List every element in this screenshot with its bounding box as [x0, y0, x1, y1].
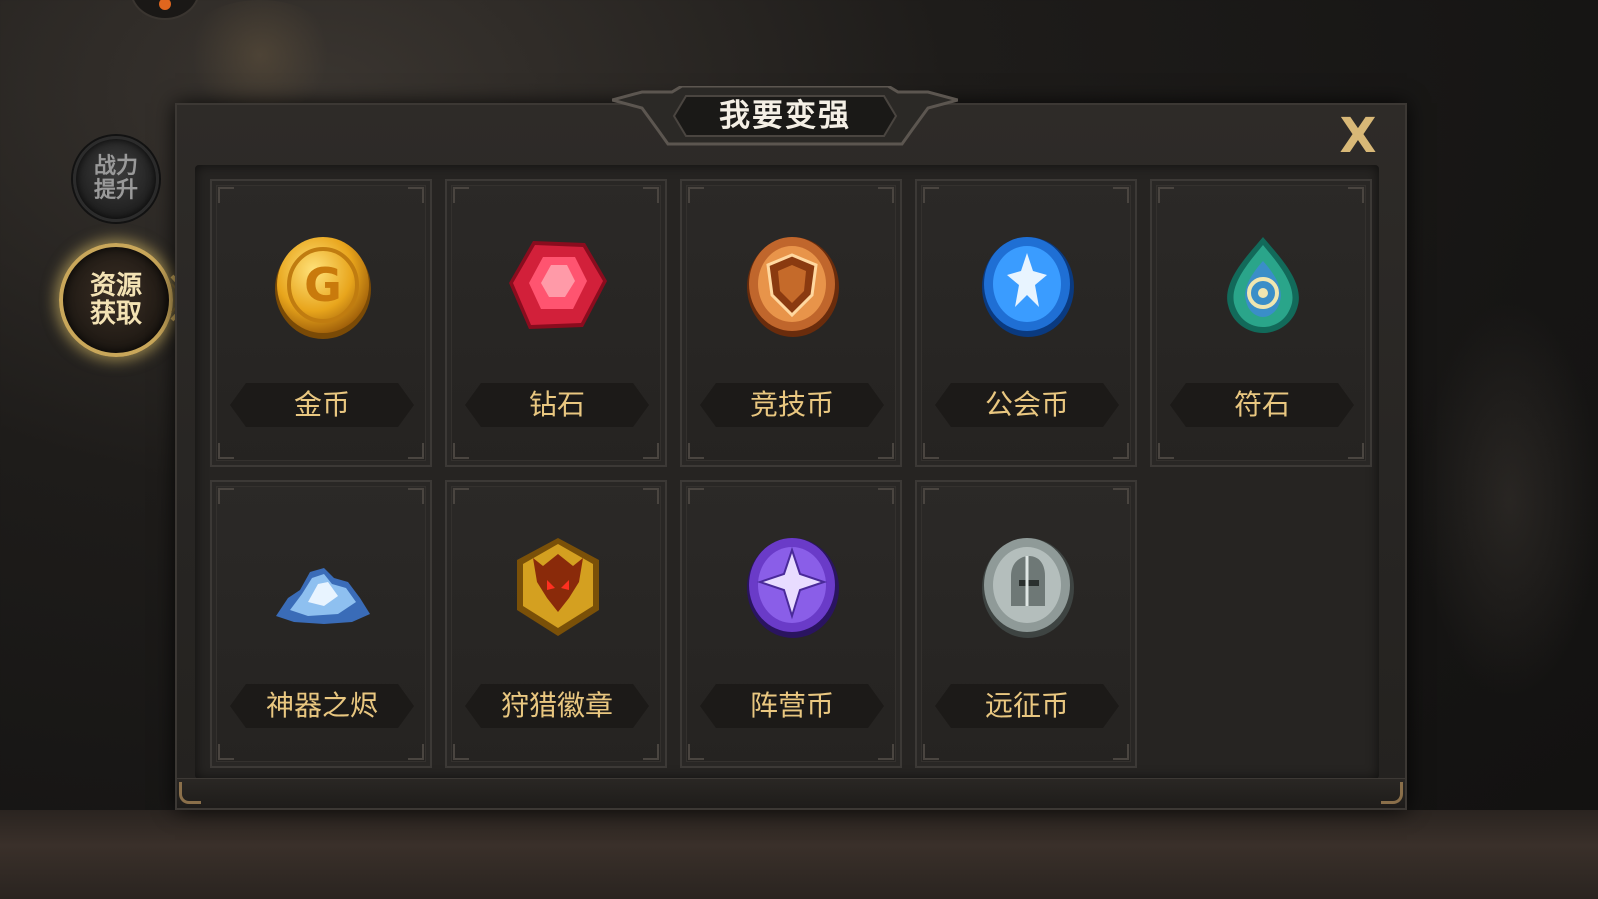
card-corner-ornament: [408, 744, 424, 760]
resource-label: 公会币: [984, 388, 1069, 421]
resource-label: 钻石: [528, 388, 585, 421]
card-corner-ornament: [218, 488, 234, 504]
resource-label: 远征币: [984, 689, 1069, 722]
corner-ornament: [179, 782, 201, 804]
page-title: 我要变强: [719, 98, 851, 134]
card-corner-ornament: [453, 187, 469, 203]
card-corner-ornament: [923, 488, 939, 504]
tab-power-up-label: 战力 提升: [93, 154, 138, 203]
resource-label: 符石: [1233, 388, 1290, 421]
card-corner-ornament: [453, 443, 469, 459]
corner-ornament: [1381, 782, 1403, 804]
faction-coin-icon: [747, 538, 839, 638]
gold-coin-icon: G: [275, 237, 371, 339]
card-corner-ornament: [923, 443, 939, 459]
card-corner-ornament: [408, 187, 424, 203]
svg-text:G: G: [304, 258, 342, 312]
resource-card-arena-coin[interactable]: 竞技币: [680, 179, 902, 467]
hunting-badge-icon: [517, 538, 599, 636]
card-corner-ornament: [218, 443, 234, 459]
notification-dot: [159, 0, 171, 10]
resource-card-rune-stone[interactable]: 符石: [1150, 179, 1372, 467]
card-corner-ornament: [643, 443, 659, 459]
resource-card-faction-coin[interactable]: 阵营币: [680, 480, 902, 768]
card-corner-ornament: [218, 187, 234, 203]
card-corner-ornament: [688, 443, 704, 459]
panel-bottom-frame: [177, 778, 1405, 808]
resource-card-expedition-coin[interactable]: 远征币: [915, 480, 1137, 768]
card-corner-ornament: [408, 488, 424, 504]
card-corner-ornament: [878, 744, 894, 760]
resource-card-guild-coin[interactable]: 公会币: [915, 179, 1137, 467]
guild-coin-icon: [982, 237, 1074, 337]
card-corner-ornament: [453, 488, 469, 504]
background-shadow: [1420, 300, 1598, 700]
card-corner-ornament: [688, 744, 704, 760]
resource-label: 神器之烬: [265, 689, 378, 722]
background-glow: [180, 0, 340, 110]
expedition-coin-icon: [982, 538, 1074, 638]
resource-label: 金币: [293, 388, 350, 421]
card-corner-ornament: [1113, 744, 1129, 760]
card-corner-ornament: [878, 443, 894, 459]
resource-card-gold[interactable]: G 金币: [210, 179, 432, 467]
resource-label: 竞技币: [749, 388, 834, 421]
card-corner-ornament: [643, 744, 659, 760]
close-button[interactable]: X: [1334, 112, 1382, 161]
card-corner-ornament: [688, 187, 704, 203]
card-corner-ornament: [923, 744, 939, 760]
tab-resource-acquisition-label: 资源 获取: [89, 271, 142, 329]
card-corner-ornament: [408, 443, 424, 459]
artifact-ash-icon: [276, 568, 370, 624]
resource-label: 狩猎徽章: [500, 689, 613, 722]
tab-resource-acquisition[interactable]: 资源 获取: [59, 243, 173, 357]
card-corner-ornament: [1348, 443, 1364, 459]
card-corner-ornament: [1113, 187, 1129, 203]
card-corner-ornament: [1158, 443, 1174, 459]
resource-card-hunting-badge[interactable]: 狩猎徽章: [445, 480, 667, 768]
card-corner-ornament: [1348, 187, 1364, 203]
top-menu-orb[interactable]: [130, 0, 200, 20]
card-corner-ornament: [453, 744, 469, 760]
card-corner-ornament: [1113, 443, 1129, 459]
background-floor: [0, 810, 1598, 899]
card-corner-ornament: [878, 488, 894, 504]
diamond-icon: [509, 241, 607, 329]
card-corner-ornament: [643, 187, 659, 203]
card-corner-ornament: [878, 187, 894, 203]
card-corner-ornament: [1113, 488, 1129, 504]
card-corner-ornament: [643, 488, 659, 504]
tab-power-up[interactable]: 战力 提升: [73, 136, 159, 222]
arena-coin-icon: [747, 237, 839, 337]
card-corner-ornament: [923, 187, 939, 203]
card-corner-ornament: [688, 488, 704, 504]
card-corner-ornament: [1158, 187, 1174, 203]
resource-card-artifact-ash[interactable]: 神器之烬: [210, 480, 432, 768]
rune-stone-icon: [1227, 237, 1299, 333]
card-corner-ornament: [218, 744, 234, 760]
resource-label: 阵营币: [749, 689, 834, 722]
resource-card-diamond[interactable]: 钻石: [445, 179, 667, 467]
